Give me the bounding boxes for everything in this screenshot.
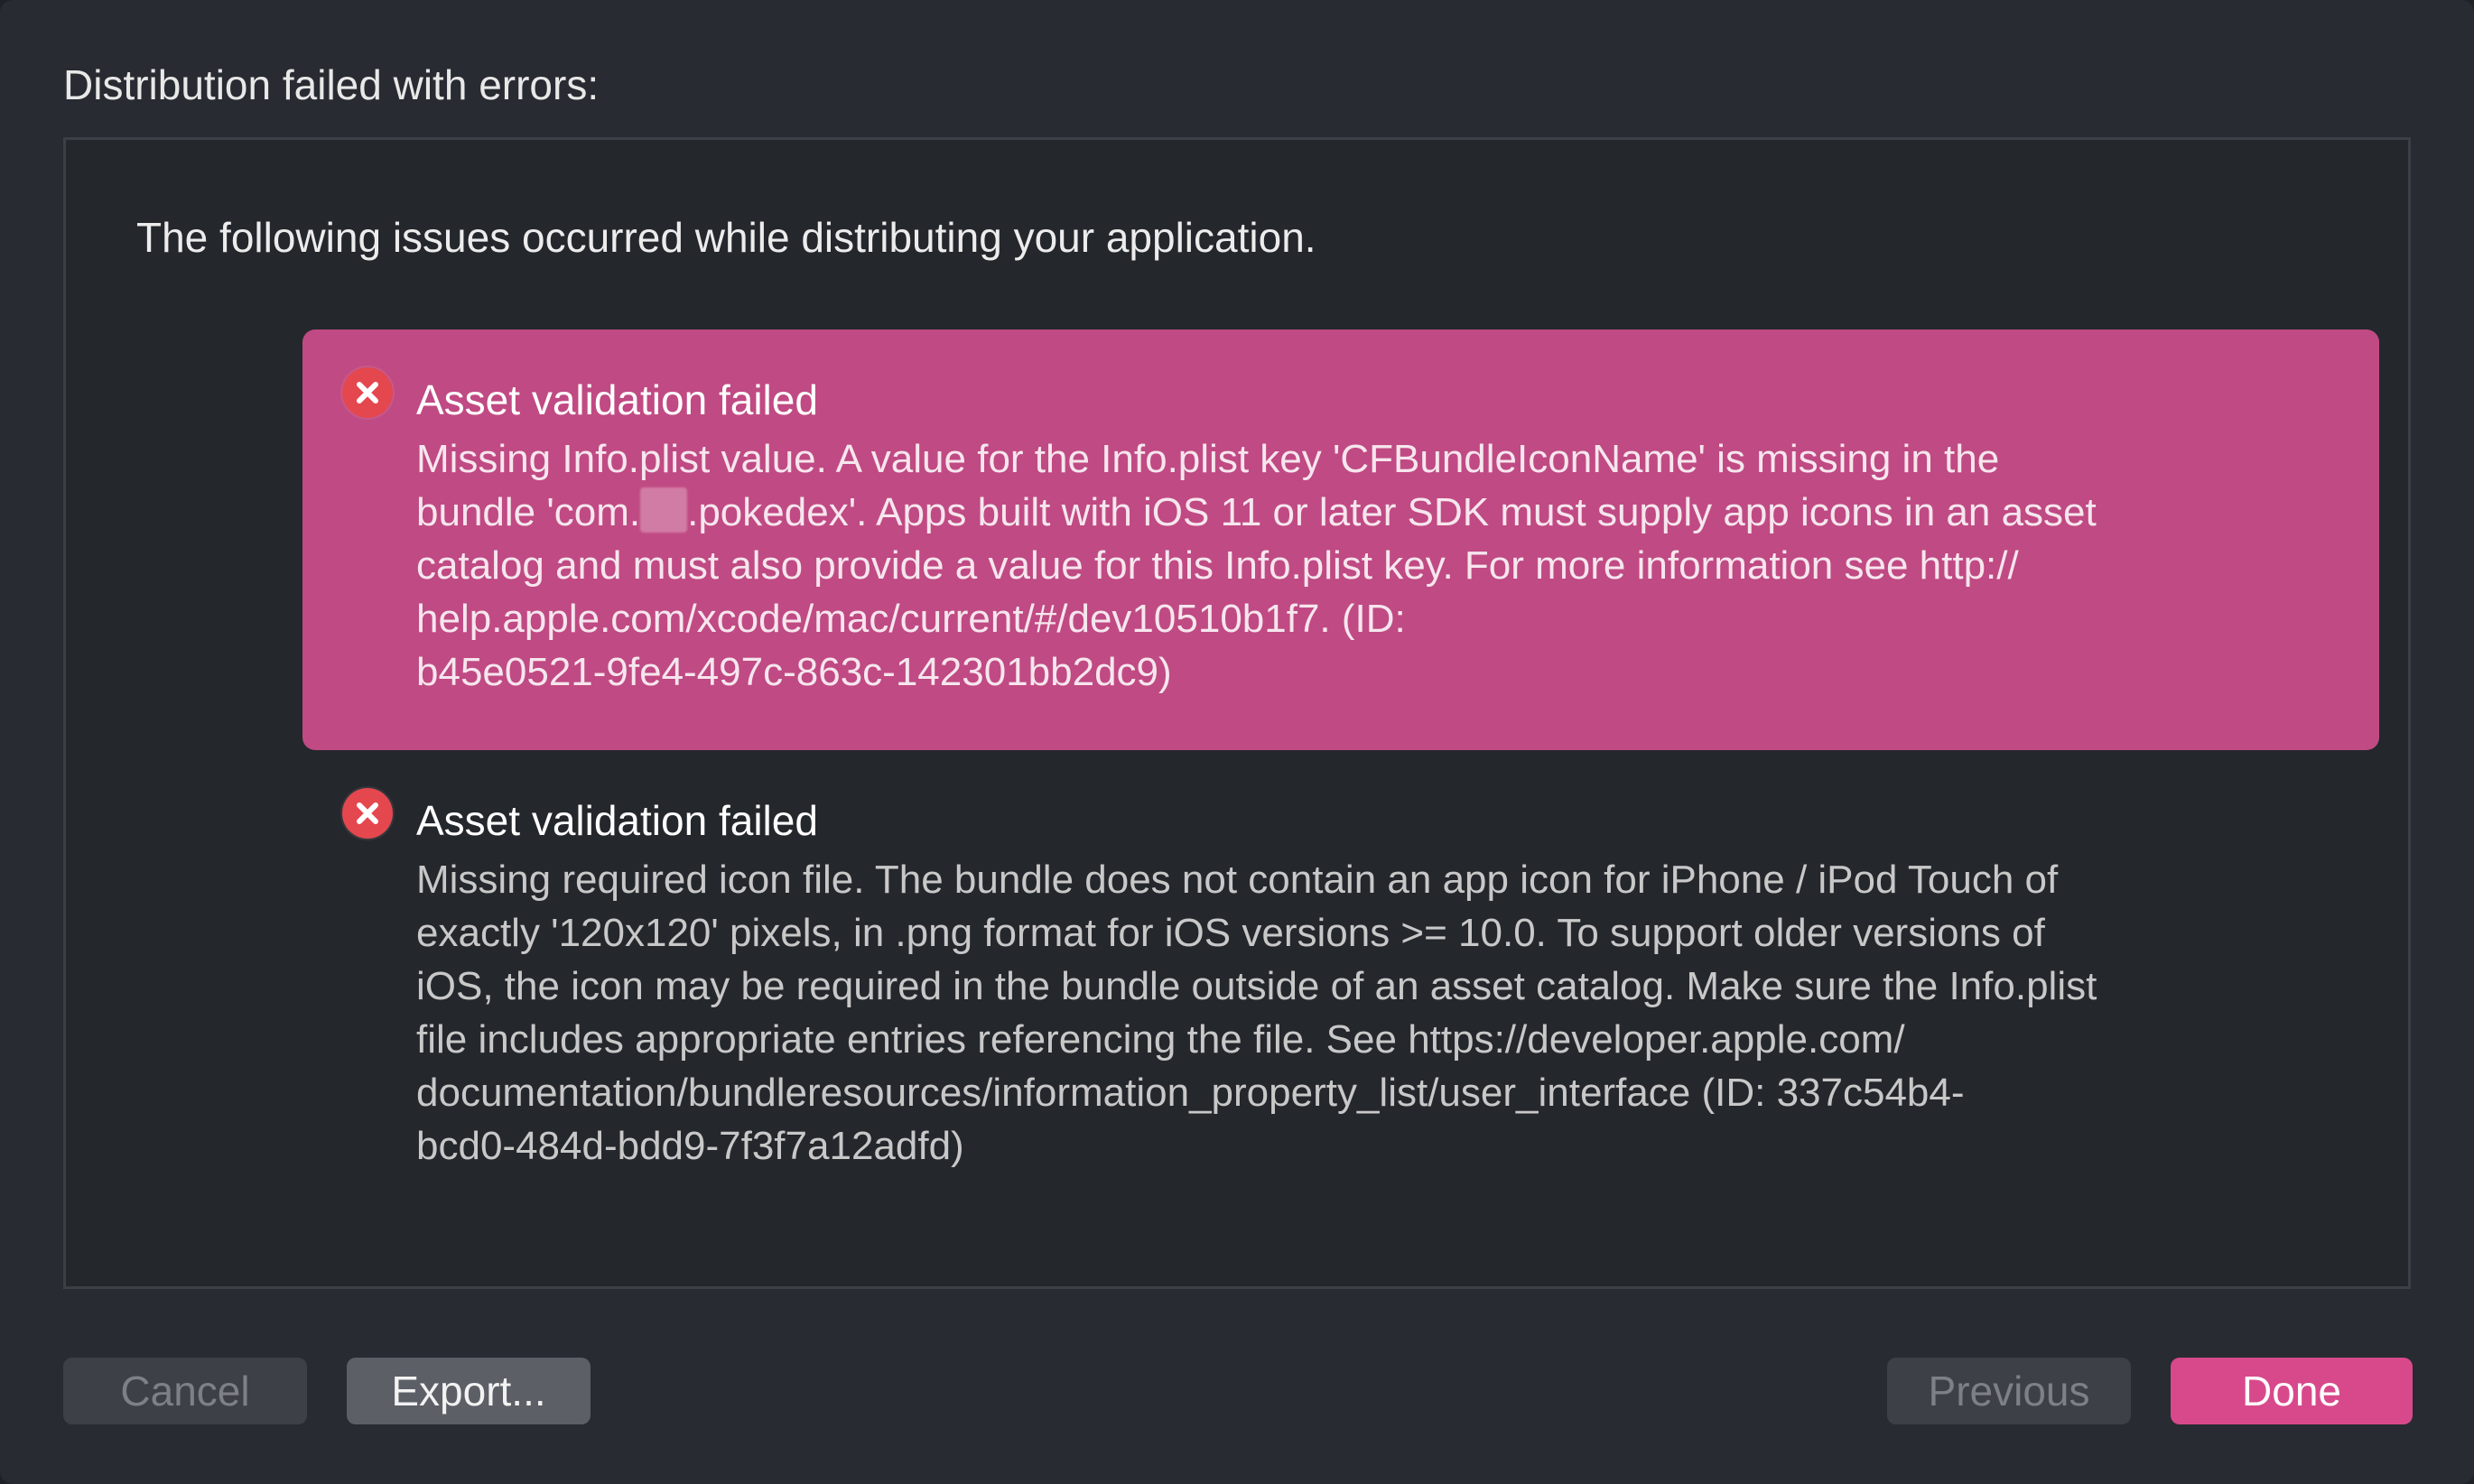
- issue-item-selected[interactable]: Asset validation failed Missing Info.pli…: [302, 329, 2379, 750]
- distribution-dialog: Distribution failed with errors: The fol…: [0, 0, 2474, 1484]
- issue-message-line: file includes appropriate entries refere…: [416, 1017, 1905, 1062]
- issue-message-line: catalog and must also provide a value fo…: [416, 543, 2019, 588]
- issue-message: Missing required icon file. The bundle d…: [416, 853, 2358, 1173]
- issue-item[interactable]: Asset validation failed Missing required…: [302, 750, 2379, 1201]
- cancel-button[interactable]: Cancel: [63, 1358, 307, 1424]
- issue-message-fragment: bundle 'com.: [416, 490, 641, 534]
- error-icon: [342, 367, 393, 418]
- error-icon: [342, 788, 393, 839]
- issues-intro: The following issues occurred while dist…: [136, 214, 1316, 261]
- issue-message: Missing Info.plist value. A value for th…: [416, 432, 2358, 699]
- export-button[interactable]: Export...: [347, 1358, 591, 1424]
- issue-message-line: Missing Info.plist value. A value for th…: [416, 437, 2000, 481]
- issue-message-fragment: .pokedex'. Apps built with iOS 11 or lat…: [687, 490, 2097, 534]
- issues-panel[interactable]: The following issues occurred while dist…: [63, 137, 2411, 1289]
- issue-message-line: bcd0-484d-bdd9-7f3f7a12adfd): [416, 1124, 964, 1168]
- dialog-heading: Distribution failed with errors:: [63, 61, 600, 108]
- issue-title: Asset validation failed: [416, 797, 818, 844]
- issue-message-line: b45e0521-9fe4-497c-863c-142301bb2dc9): [416, 650, 1172, 694]
- done-button[interactable]: Done: [2171, 1358, 2413, 1424]
- issue-message-line: exactly '120x120' pixels, in .png format…: [416, 911, 2045, 955]
- issue-message-line: bundle 'com. .pokedex'. Apps built with i…: [416, 486, 2358, 539]
- redacted-text: [640, 487, 688, 533]
- issue-message-line: iOS, the icon may be required in the bun…: [416, 964, 2097, 1008]
- issue-message-line: Missing required icon file. The bundle d…: [416, 858, 2059, 902]
- previous-button[interactable]: Previous: [1887, 1358, 2131, 1424]
- issue-title: Asset validation failed: [416, 376, 818, 423]
- issue-message-line: documentation/bundleresources/informatio…: [416, 1071, 1965, 1115]
- issue-message-line: help.apple.com/xcode/mac/current/#/dev10…: [416, 597, 1406, 641]
